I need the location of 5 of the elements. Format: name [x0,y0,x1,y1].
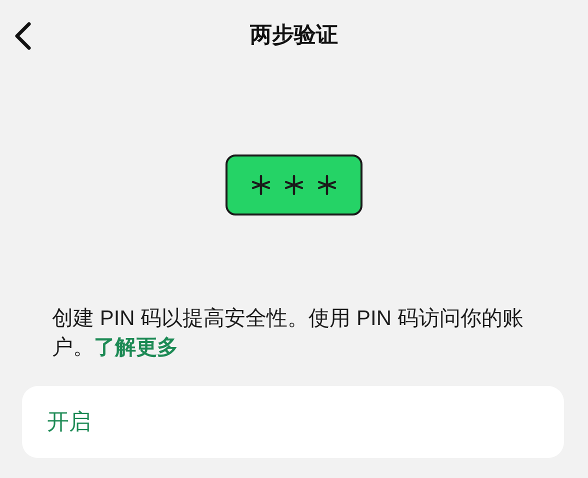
enable-option[interactable]: 开启 [22,386,564,458]
page-title: 两步验证 [250,21,338,49]
description-text: 创建 PIN 码以提高安全性。使用 PIN 码访问你的账户。了解更多 [52,306,524,361]
learn-more-link[interactable]: 了解更多 [94,336,178,359]
back-icon [13,21,33,51]
